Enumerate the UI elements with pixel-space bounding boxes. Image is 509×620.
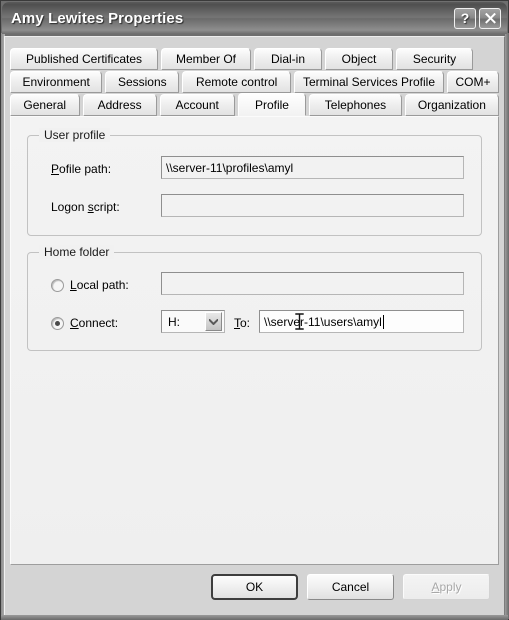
close-button[interactable]: [479, 7, 501, 29]
tab-published-certificates[interactable]: Published Certificates: [10, 48, 158, 70]
tab-object[interactable]: Object: [325, 48, 393, 70]
tab-sessions[interactable]: Sessions: [105, 71, 180, 93]
tab-remote-control[interactable]: Remote control: [182, 71, 291, 93]
window-title: Amy Lewites Properties: [11, 9, 184, 27]
connect-to-value: \\server-11\users\amyl: [264, 314, 382, 329]
tab-strip: Published Certificates Member Of Dial-in…: [10, 48, 499, 117]
window-frame-right-edge: [505, 33, 509, 619]
tab-account[interactable]: Account: [159, 94, 235, 116]
apply-button: Apply: [403, 574, 490, 600]
connect-radio-selected-dot: [55, 321, 60, 326]
user-profile-group: User profile Pofile path: \\server-11\pr…: [27, 128, 482, 236]
chevron-down-icon[interactable]: [205, 312, 222, 331]
profile-path-label-accel: P: [51, 162, 60, 176]
home-folder-group-title: Home folder: [39, 245, 115, 259]
question-mark-icon: ?: [460, 10, 470, 26]
local-path-label-rest: ocal path:: [76, 278, 129, 292]
home-folder-group: Home folder Local path: Connect: H: To: …: [27, 245, 482, 351]
local-path-input[interactable]: [161, 272, 464, 295]
title-bar[interactable]: Amy Lewites Properties ?: [2, 2, 507, 34]
tab-general[interactable]: General: [10, 94, 80, 116]
local-path-label: Local path:: [70, 278, 129, 292]
window-frame-bottom-edge: [1, 615, 508, 620]
apply-button-rest: pply: [439, 580, 462, 594]
connect-to-input[interactable]: \\server-11\users\amyl: [259, 310, 464, 333]
to-label-rest: o:: [240, 316, 251, 330]
drive-letter-value: H:: [168, 314, 180, 329]
connect-radio[interactable]: [51, 317, 64, 330]
connect-label-rest: onnect:: [78, 316, 119, 330]
local-path-label-accel: L: [70, 278, 77, 292]
close-icon: [484, 12, 496, 24]
profile-path-input[interactable]: \\server-11\profiles\amyl: [161, 156, 464, 179]
tab-row-3: General Address Account Profile Telephon…: [10, 93, 499, 116]
connect-label: Connect:: [70, 316, 118, 330]
tab-organization[interactable]: Organization: [404, 94, 499, 116]
user-profile-group-title: User profile: [39, 128, 111, 142]
drive-letter-dropdown[interactable]: H:: [161, 310, 225, 333]
tab-terminal-services-profile[interactable]: Terminal Services Profile: [294, 71, 444, 93]
title-bar-buttons: ?: [454, 7, 501, 29]
local-path-radio[interactable]: [51, 279, 64, 292]
apply-button-accel: A: [431, 580, 440, 594]
logon-script-label-pre: Logon: [51, 200, 88, 214]
properties-dialog: Amy Lewites Properties ? Published Certi…: [0, 0, 509, 620]
tab-row-2: Environment Sessions Remote control Term…: [10, 71, 499, 93]
ibeam-mouse-cursor: [295, 313, 304, 330]
profile-path-label-rest: ofile path:: [59, 162, 112, 176]
cancel-button[interactable]: Cancel: [307, 574, 394, 600]
tab-row-1: Published Certificates Member Of Dial-in…: [10, 48, 499, 70]
tab-security[interactable]: Security: [396, 48, 473, 70]
tab-address[interactable]: Address: [82, 94, 157, 116]
ok-button[interactable]: OK: [211, 574, 298, 600]
tab-com-plus[interactable]: COM+: [447, 71, 499, 93]
profile-path-value: \\server-11\profiles\amyl: [166, 160, 294, 175]
profile-path-label: Pofile path:: [51, 162, 111, 176]
tab-environment[interactable]: Environment: [10, 71, 103, 93]
to-label: To:: [234, 316, 250, 330]
tab-member-of[interactable]: Member Of: [161, 48, 251, 70]
logon-script-label-rest: cript:: [93, 200, 120, 214]
tab-profile[interactable]: Profile: [237, 93, 307, 116]
logon-script-label: Logon script:: [51, 200, 120, 214]
text-caret: [382, 314, 384, 329]
help-button[interactable]: ?: [454, 7, 476, 29]
dialog-button-bar: OK Cancel Apply: [0, 574, 509, 600]
logon-script-input[interactable]: [161, 194, 464, 217]
profile-tab-panel: User profile Pofile path: \\server-11\pr…: [10, 116, 499, 565]
tab-dial-in[interactable]: Dial-in: [254, 48, 322, 70]
tab-telephones[interactable]: Telephones: [309, 94, 402, 116]
connect-label-accel: C: [70, 316, 79, 330]
